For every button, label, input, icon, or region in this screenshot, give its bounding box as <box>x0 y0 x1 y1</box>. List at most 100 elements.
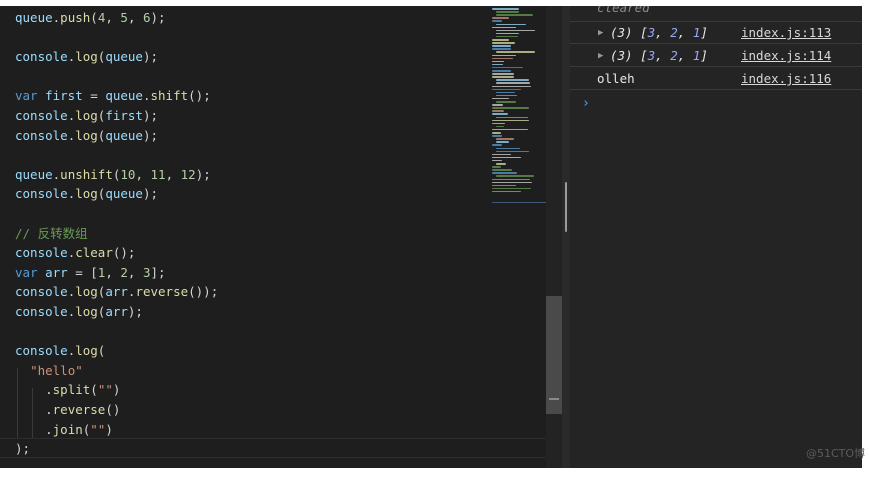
code-line[interactable]: var first = queue.shift(); <box>15 86 211 106</box>
source-link[interactable]: index.js:116 <box>741 68 831 90</box>
pane-splitter[interactable] <box>562 6 570 468</box>
code-token: var <box>15 264 38 280</box>
code-token: 5 <box>120 10 128 25</box>
minimap-stroke <box>492 48 511 50</box>
code-token: ); <box>127 304 143 319</box>
code-editor[interactable]: queue.push(4, 5, 6); console.log(queue); v… <box>0 6 562 468</box>
code-token: arr <box>105 284 128 300</box>
code-line[interactable]: // 反转数组 <box>15 224 88 244</box>
code-token: console <box>15 186 68 202</box>
code-token: console <box>15 49 68 65</box>
minimap-stroke <box>492 190 521 193</box>
array-preview[interactable]: (3) [3, 2, 1] <box>610 22 708 44</box>
minimap-stroke <box>492 184 516 187</box>
code-line[interactable]: queue.push(4, 5, 6); <box>15 8 166 28</box>
code-token: ) <box>112 382 121 398</box>
devtools-console: cleared ▶ (3) [3, 2, 1] index.js:113 ▶ (… <box>570 6 862 468</box>
code-line[interactable]: console.log(first); <box>15 106 158 126</box>
minimap-stroke <box>496 32 519 35</box>
minimap-stroke <box>496 175 534 177</box>
minimap-stroke <box>492 172 517 174</box>
code-line[interactable]: .split("") <box>15 380 120 400</box>
minimap-stroke <box>492 88 521 91</box>
minimap-stroke <box>492 26 516 29</box>
source-link[interactable]: index.js:114 <box>741 45 831 67</box>
code-line[interactable]: console.log(arr); <box>15 302 143 322</box>
expand-triangle-icon[interactable]: ▶ <box>598 22 603 44</box>
code-token: queue <box>15 166 53 182</box>
code-token: . <box>15 402 53 417</box>
code-token: // 反转数组 <box>15 225 88 241</box>
code-line[interactable]: "hello" <box>15 361 83 381</box>
minimap-stroke <box>492 97 509 100</box>
code-token: (); <box>112 245 136 261</box>
editor-scrollbar-thumb[interactable] <box>546 296 562 414</box>
code-token: () <box>105 402 121 417</box>
minimap-stroke <box>492 63 503 66</box>
minimap-stroke <box>492 8 519 10</box>
splitter-grip-handle[interactable] <box>565 182 567 232</box>
minimap-stroke <box>496 116 528 118</box>
minimap[interactable] <box>492 6 548 206</box>
code-token: ); <box>142 186 159 202</box>
minimap-stroke <box>492 135 502 137</box>
source-link[interactable]: index.js:113 <box>741 22 831 44</box>
code-token: console <box>15 304 68 319</box>
code-token: , <box>127 10 143 25</box>
code-token: clear <box>75 245 113 261</box>
scrollbar-cursor-marker <box>549 398 559 400</box>
code-line[interactable]: console.log(queue); <box>15 126 158 146</box>
minimap-stroke <box>492 73 514 75</box>
minimap-stroke <box>492 20 502 22</box>
minimap-stroke <box>492 57 513 60</box>
minimap-stroke <box>492 119 529 122</box>
code-line[interactable]: .join("") <box>15 420 113 440</box>
code-token: "" <box>97 382 113 398</box>
code-token: ); <box>142 49 159 65</box>
code-token: log <box>75 304 98 319</box>
code-token: ); <box>142 108 159 123</box>
code-line[interactable]: var arr = [1, 2, 3]; <box>15 263 166 283</box>
minimap-stroke <box>492 166 501 168</box>
minimap-stroke <box>492 107 529 109</box>
minimap-stroke <box>496 79 529 81</box>
code-line[interactable]: console.clear(); <box>15 243 135 263</box>
code-token: ]; <box>150 264 166 280</box>
code-token: = [ <box>67 264 98 280</box>
code-line[interactable]: ); <box>15 439 30 459</box>
expand-triangle-icon[interactable]: ▶ <box>598 45 603 67</box>
code-token: ()); <box>188 284 219 300</box>
minimap-stroke <box>492 70 511 72</box>
code-token: console <box>15 127 68 143</box>
code-token: = <box>82 88 106 104</box>
console-prompt-icon[interactable]: › <box>582 96 590 112</box>
code-line[interactable]: queue.unshift(10, 11, 12); <box>15 165 211 185</box>
minimap-stroke <box>492 60 504 63</box>
array-preview[interactable]: (3) [3, 2, 1] <box>610 45 708 67</box>
ide-window: queue.push(4, 5, 6); console.log(queue); v… <box>0 6 862 468</box>
minimap-stroke <box>492 113 508 115</box>
minimap-stroke <box>492 66 523 69</box>
minimap-stroke <box>496 94 517 97</box>
code-token: 3 <box>142 264 151 280</box>
minimap-stroke <box>496 101 516 103</box>
code-line[interactable]: .reverse() <box>15 400 120 420</box>
code-token: (); <box>188 88 211 104</box>
minimap-stroke <box>492 181 532 184</box>
code-line[interactable]: console.log(arr.reverse()); <box>15 282 218 302</box>
indent-guide <box>17 368 18 438</box>
code-token: , <box>105 264 121 280</box>
code-token: log <box>75 108 98 123</box>
code-token: "hello" <box>30 362 83 378</box>
code-line[interactable]: console.log(queue); <box>15 47 158 67</box>
code-token: 12 <box>180 166 196 182</box>
code-line[interactable]: console.log(queue); <box>15 184 158 204</box>
minimap-stroke <box>496 147 520 149</box>
minimap-stroke <box>492 17 509 19</box>
code-line[interactable]: console.log( <box>15 341 105 361</box>
code-token: reverse <box>52 402 106 417</box>
minimap-stroke <box>496 125 504 128</box>
code-token: log <box>75 127 98 143</box>
